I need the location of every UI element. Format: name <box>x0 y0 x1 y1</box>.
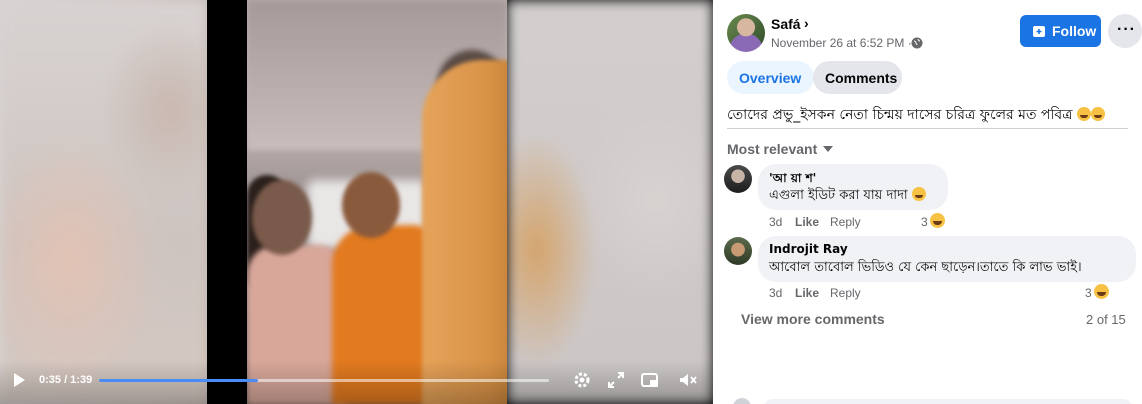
video-frame <box>247 0 507 404</box>
follow-icon <box>1033 26 1045 37</box>
follow-button[interactable]: Follow <box>1020 15 1101 47</box>
next-commenter-avatar[interactable] <box>733 398 751 404</box>
more-options-button[interactable]: ··· <box>1108 14 1142 48</box>
reaction-count[interactable]: 3 <box>1085 286 1092 300</box>
volume-muted-icon[interactable] <box>678 370 698 390</box>
comment-age: 3d <box>769 215 783 229</box>
comment-text-content: এগুলা ইডিট করা যায় দাদা <box>769 188 908 203</box>
comment-text: এগুলা ইডিট করা যায় দাদা <box>769 186 926 207</box>
video-progress-bar[interactable] <box>99 379 549 382</box>
video-player[interactable]: 0:35 / 1:39 <box>0 0 713 404</box>
comment-text: আবোল তাবোল ভিডিও যে কেন ছাড়েন।তাতে কি ল… <box>769 260 1082 275</box>
more-icon: ··· <box>1117 21 1136 38</box>
author-avatar[interactable] <box>727 14 765 52</box>
like-button[interactable]: Like <box>795 286 819 300</box>
fullscreen-icon[interactable] <box>606 370 626 390</box>
comment-bubble: 'আ য়া শ' এগুলা ইডিট করা যায় দাদা <box>758 164 948 210</box>
caret-down-icon <box>823 146 834 152</box>
post-caption: তোদের প্রভু_ইসকন নেতা চিন্ময় দাসের চরিত… <box>727 103 1105 127</box>
commenter-avatar[interactable] <box>724 165 752 193</box>
hug-emoji-icon <box>911 187 926 201</box>
author-chevron-icon[interactable]: › <box>804 15 809 31</box>
tab-overview[interactable]: Overview <box>727 61 814 94</box>
commenter-name[interactable]: Indrojit Ray <box>769 242 848 256</box>
reaction-count[interactable]: 3 <box>921 215 928 229</box>
post-timestamp[interactable]: November 26 at 6:52 PM · <box>771 36 912 50</box>
haha-reaction-icon <box>1094 284 1109 299</box>
post-panel: Safá › November 26 at 6:52 PM · Follow ·… <box>713 0 1142 404</box>
globe-icon <box>911 37 923 49</box>
reply-button[interactable]: Reply <box>830 286 861 300</box>
comment-bubble: Indrojit Ray আবোল তাবোল ভিডিও যে কেন ছাড… <box>758 236 1136 282</box>
like-button[interactable]: Like <box>795 215 819 229</box>
post-caption-text: তোদের প্রভু_ইসকন নেতা চিন্ময় দাসের চরিত… <box>727 107 1073 123</box>
sort-label: Most relevant <box>727 141 818 157</box>
next-comment-bubble <box>763 399 1133 404</box>
commenter-avatar[interactable] <box>724 237 752 265</box>
video-blurred-backdrop-left <box>0 0 207 404</box>
play-icon[interactable] <box>12 372 28 388</box>
sort-comments-dropdown[interactable]: Most relevant <box>727 141 834 157</box>
comment-page-count: 2 of 15 <box>1086 312 1126 327</box>
video-progress-fill <box>99 379 259 382</box>
author-name[interactable]: Safá <box>771 16 801 32</box>
divider <box>727 128 1128 129</box>
letterbox-left <box>207 0 247 404</box>
picture-in-picture-icon[interactable] <box>640 370 660 390</box>
tab-comments[interactable]: Comments <box>813 61 902 94</box>
haha-reaction-icon <box>930 213 945 228</box>
video-blurred-backdrop-right <box>507 0 713 404</box>
laughing-emoji-icon <box>1090 107 1105 121</box>
view-more-comments-link[interactable]: View more comments <box>741 311 885 327</box>
reply-button[interactable]: Reply <box>830 215 861 229</box>
shocked-emoji-icon <box>1076 107 1091 121</box>
follow-label: Follow <box>1052 23 1097 39</box>
video-time: 0:35 / 1:39 <box>39 374 93 386</box>
video-controls: 0:35 / 1:39 <box>0 360 713 404</box>
comment-age: 3d <box>769 286 783 300</box>
settings-icon[interactable] <box>572 370 592 390</box>
